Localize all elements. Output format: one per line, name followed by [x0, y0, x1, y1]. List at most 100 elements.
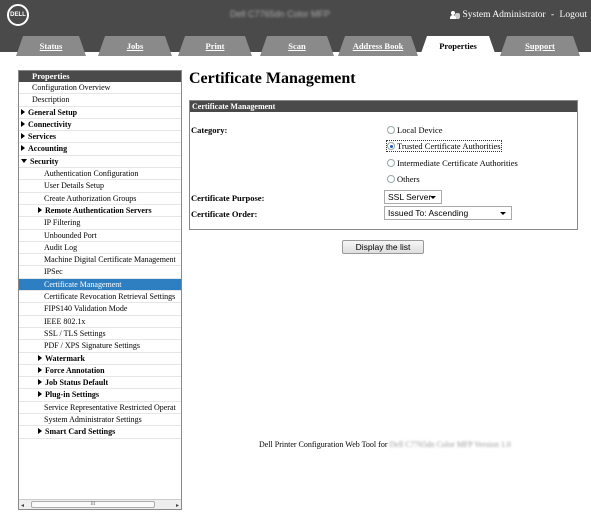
tab-address-book[interactable]: Address Book: [338, 36, 418, 56]
tab-print[interactable]: Print: [178, 36, 252, 56]
scroll-grip: III: [90, 502, 96, 507]
user-area: System Administrator - Logout: [449, 10, 587, 20]
sidebar-item-pdf-xps-signature-settings[interactable]: PDF / XPS Signature Settings: [19, 340, 181, 353]
sidebar-item-smart-card-settings[interactable]: Smart Card Settings: [19, 426, 181, 439]
sidebar-item-accounting[interactable]: Accounting: [19, 143, 181, 156]
sidebar-item-job-status-default[interactable]: Job Status Default: [19, 377, 181, 390]
expand-arrow-icon[interactable]: [38, 366, 42, 373]
radio-icon[interactable]: [387, 175, 395, 183]
sidebar-item-certificate-revocation-retrieval-settings[interactable]: Certificate Revocation Retrieval Setting…: [19, 291, 181, 304]
sidebar-item-machine-digital-certificate-management[interactable]: Machine Digital Certificate Management: [19, 254, 181, 267]
sidebar-item-ipsec[interactable]: IPSec: [19, 266, 181, 279]
sidebar-item-ssl-tls-settings[interactable]: SSL / TLS Settings: [19, 328, 181, 341]
sidebar-item-label: Job Status Default: [45, 378, 109, 388]
sidebar-item-label: Connectivity: [28, 119, 72, 129]
sidebar-item-label: Create Authorization Groups: [44, 193, 137, 203]
tab-jobs[interactable]: Jobs: [98, 36, 172, 56]
sidebar-item-unbounded-port[interactable]: Unbounded Port: [19, 230, 181, 242]
sidebar-item-label: Configuration Overview: [32, 83, 111, 92]
scroll-right-icon[interactable]: ▸: [176, 502, 179, 509]
sidebar-item-label: Authentication Configuration: [44, 169, 139, 179]
purpose-select[interactable]: SSL Server: [384, 190, 442, 204]
sidebar-item-label: Service Representative Restricted Operat: [44, 402, 176, 412]
sidebar-item-label: Unbounded Port: [44, 230, 97, 240]
radio-label: Intermediate Certificate Authorities: [397, 158, 518, 168]
radio-label: Trusted Certificate Authorities: [397, 141, 501, 151]
sidebar-item-security[interactable]: Security: [19, 156, 181, 169]
radio-local-device[interactable]: Local Device: [387, 125, 443, 135]
expand-arrow-icon[interactable]: [38, 428, 42, 435]
sidebar-item-label: Services: [28, 132, 56, 142]
expand-arrow-icon[interactable]: [38, 354, 42, 361]
sidebar-item-create-authorization-groups[interactable]: Create Authorization Groups: [19, 193, 181, 205]
user-label: System Administrator: [462, 10, 546, 20]
sidebar-item-force-annotation[interactable]: Force Annotation: [19, 365, 181, 378]
sidebar-item-label: Machine Digital Certificate Management: [44, 255, 176, 265]
footer-text: Dell Printer Configuration Web Tool for: [259, 440, 390, 449]
expand-arrow-icon[interactable]: [38, 206, 42, 213]
sidebar-item-service-representative-restricted-operat[interactable]: Service Representative Restricted Operat: [19, 402, 181, 415]
tab-properties[interactable]: Properties: [420, 36, 496, 56]
radio-icon[interactable]: [387, 126, 395, 134]
radio-trusted-ca[interactable]: Trusted Certificate Authorities: [386, 140, 502, 152]
tab-support[interactable]: Support: [500, 36, 580, 56]
footer: Dell Printer Configuration Web Tool for …: [259, 440, 511, 449]
sidebar-item-label: Plug-in Settings: [45, 390, 100, 400]
display-list-button[interactable]: Display the list: [342, 240, 424, 254]
scroll-left-icon[interactable]: ◂: [21, 502, 24, 509]
order-select[interactable]: Issued To: Ascending: [384, 206, 512, 220]
sidebar-list: Configuration Overview Description General…: [19, 82, 181, 439]
sidebar-item-remote-authentication-servers[interactable]: Remote Authentication Servers: [19, 205, 181, 218]
expand-arrow-icon[interactable]: [38, 391, 42, 398]
collapse-arrow-icon[interactable]: [21, 158, 27, 163]
radio-checked-icon[interactable]: [387, 142, 395, 150]
sidebar-item-plug-in-settings[interactable]: Plug-in Settings: [19, 389, 181, 402]
sidebar-item-label: Certificate Management: [44, 279, 122, 289]
sidebar-item-label: SSL / TLS Settings: [44, 328, 106, 338]
sidebar-item-watermark[interactable]: Watermark: [19, 353, 181, 365]
radio-others[interactable]: Others: [387, 174, 420, 184]
sidebar-item-general-setup[interactable]: General Setup: [19, 107, 181, 119]
tab-status[interactable]: Status: [16, 36, 86, 56]
dell-logo: DELL: [7, 4, 29, 26]
order-value: Issued To: Ascending: [388, 208, 469, 218]
top-bar: DELL Dell C7765dn Color MFP System Admin…: [0, 0, 591, 30]
sidebar-item-fips140-validation-mode[interactable]: FIPS140 Validation Mode: [19, 303, 181, 316]
horizontal-scrollbar[interactable]: ◂ III ▸: [19, 499, 181, 509]
tab-bar: Status Jobs Print Scan Address Book Prop…: [0, 30, 591, 56]
sidebar-item-ip-filtering[interactable]: IP Filtering: [19, 217, 181, 230]
sidebar-item-label: IPSec: [44, 267, 63, 277]
sidebar-item-ieee-802-1x[interactable]: IEEE 802.1x: [19, 316, 181, 328]
order-label: Certificate Order:: [191, 209, 258, 219]
radio-icon[interactable]: [387, 159, 395, 167]
sidebar-item-services[interactable]: Services: [19, 131, 181, 144]
sidebar-header[interactable]: Properties: [19, 71, 181, 82]
expand-arrow-icon[interactable]: [21, 108, 25, 115]
sidebar-item-label: FIPS140 Validation Mode: [44, 304, 128, 314]
chevron-down-icon: [500, 212, 506, 215]
sidebar-item-system-administrator-settings[interactable]: System Administrator Settings: [19, 414, 181, 427]
tab-scan[interactable]: Scan: [260, 36, 334, 56]
sidebar-item-certificate-management[interactable]: Certificate Management: [19, 278, 181, 292]
category-label: Category:: [191, 125, 228, 135]
purpose-value: SSL Server: [388, 192, 432, 202]
sidebar-item-configuration-overview[interactable]: Configuration Overview: [19, 82, 181, 95]
scroll-thumb[interactable]: III: [31, 501, 155, 508]
sidebar-item-label: Accounting: [28, 144, 68, 154]
sidebar-item-description[interactable]: Description: [19, 94, 181, 107]
expand-arrow-icon[interactable]: [21, 133, 25, 140]
sidebar-item-audit-log[interactable]: Audit Log: [19, 242, 181, 255]
expand-arrow-icon[interactable]: [21, 145, 25, 152]
sidebar-item-label: Description: [32, 95, 70, 105]
expand-arrow-icon[interactable]: [38, 379, 42, 386]
sidebar-item-label: Security: [30, 156, 59, 166]
radio-intermediate-ca[interactable]: Intermediate Certificate Authorities: [387, 158, 518, 168]
radio-label: Local Device: [397, 125, 443, 135]
expand-arrow-icon[interactable]: [21, 120, 25, 127]
logout-link[interactable]: Logout: [560, 10, 587, 20]
sidebar-item-label: PDF / XPS Signature Settings: [44, 341, 141, 351]
sidebar-item-label: User Details Setup: [44, 181, 104, 191]
sidebar-item-authentication-configuration[interactable]: Authentication Configuration: [19, 168, 181, 181]
sidebar-item-user-details-setup[interactable]: User Details Setup: [19, 180, 181, 193]
sidebar-item-connectivity[interactable]: Connectivity: [19, 119, 181, 132]
